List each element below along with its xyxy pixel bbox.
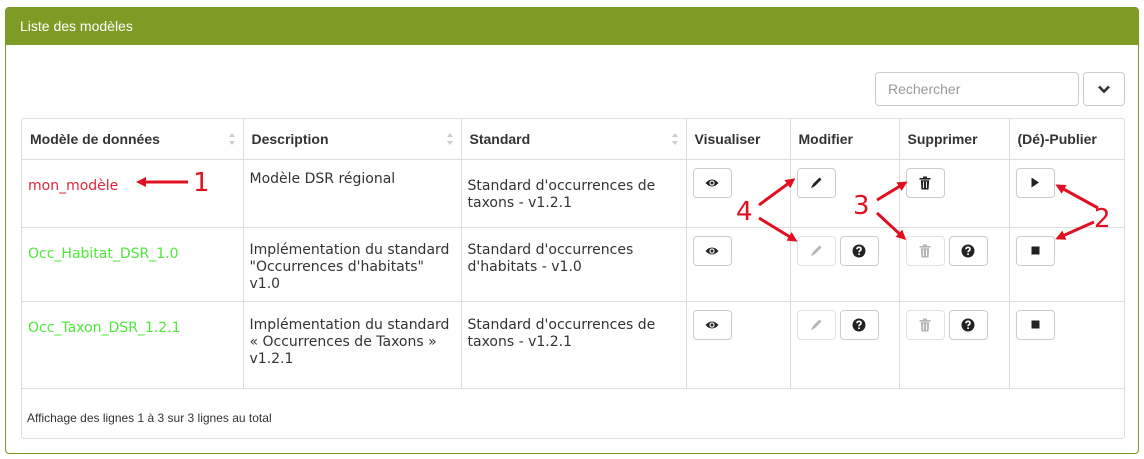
search-input[interactable] bbox=[875, 72, 1079, 106]
eye-icon bbox=[705, 321, 719, 328]
column-header-description[interactable]: Description bbox=[243, 119, 462, 160]
stop-icon bbox=[1031, 246, 1039, 255]
delete-button-disabled[interactable] bbox=[905, 235, 945, 266]
column-header-edit: Modifier bbox=[790, 119, 900, 160]
table-header-row: Modèle de données Description Standard V… bbox=[22, 119, 1124, 160]
column-header-model[interactable]: Modèle de données bbox=[22, 119, 244, 160]
column-header-view: Visualiser bbox=[686, 119, 791, 160]
edit-button[interactable] bbox=[796, 167, 836, 198]
question-icon bbox=[852, 244, 866, 257]
eye-icon bbox=[705, 247, 719, 254]
sort-icon bbox=[671, 133, 678, 145]
columns-toggle-button[interactable] bbox=[1083, 72, 1125, 106]
model-cell: Occ_Taxon_DSR_1.2.1 bbox=[22, 301, 244, 389]
pagination-info: Affichage des lignes 1 à 3 sur 3 lignes … bbox=[27, 411, 272, 425]
trash-icon bbox=[919, 318, 931, 331]
eye-icon bbox=[705, 179, 719, 186]
delete-cell bbox=[899, 159, 1010, 228]
play-icon bbox=[1031, 177, 1039, 188]
pencil-icon bbox=[810, 177, 821, 188]
delete-button-disabled[interactable] bbox=[905, 309, 945, 340]
models-table-container: Modèle de données Description Standard V… bbox=[21, 118, 1125, 439]
delete-button[interactable] bbox=[905, 167, 945, 198]
edit-cell bbox=[790, 301, 900, 389]
publish-cell bbox=[1009, 301, 1124, 389]
standard-cell: Standard d'occurrences d'habitats - v1.0 bbox=[461, 227, 687, 302]
help-button[interactable] bbox=[839, 235, 879, 266]
view-cell bbox=[686, 301, 791, 389]
edit-cell bbox=[790, 159, 900, 228]
model-cell: mon_modèle bbox=[22, 159, 244, 228]
help-button[interactable] bbox=[948, 309, 988, 340]
column-header-standard[interactable]: Standard bbox=[461, 119, 687, 160]
models-table: Modèle de données Description Standard V… bbox=[22, 119, 1124, 389]
sort-icon bbox=[446, 133, 453, 145]
model-link[interactable]: Occ_Taxon_DSR_1.2.1 bbox=[28, 310, 237, 337]
edit-button-disabled[interactable] bbox=[796, 309, 836, 340]
annotation-label-4: 4 bbox=[736, 197, 753, 227]
publish-button[interactable] bbox=[1015, 167, 1055, 198]
annotation-label-1: 1 bbox=[193, 168, 210, 198]
pencil-icon bbox=[810, 319, 821, 330]
models-panel: Liste des modèles Modèle de données Desc… bbox=[5, 7, 1139, 454]
description-cell: Implémentation du standard « Occurrences… bbox=[243, 301, 462, 389]
model-cell: Occ_Habitat_DSR_1.0 bbox=[22, 227, 244, 302]
view-cell bbox=[686, 227, 791, 302]
edit-cell bbox=[790, 227, 900, 302]
unpublish-button[interactable] bbox=[1015, 309, 1055, 340]
chevron-down-icon bbox=[1098, 85, 1110, 93]
table-row: Occ_Taxon_DSR_1.2.1 Implémentation du st… bbox=[22, 301, 1124, 389]
unpublish-button[interactable] bbox=[1015, 235, 1055, 266]
trash-icon bbox=[919, 244, 931, 257]
annotation-label-3: 3 bbox=[853, 191, 870, 221]
model-link[interactable]: Occ_Habitat_DSR_1.0 bbox=[28, 236, 237, 263]
column-header-delete: Supprimer bbox=[899, 119, 1010, 160]
trash-icon bbox=[919, 176, 931, 189]
help-button[interactable] bbox=[839, 309, 879, 340]
stop-icon bbox=[1031, 320, 1039, 329]
view-button[interactable] bbox=[692, 167, 732, 198]
pencil-icon bbox=[810, 245, 821, 256]
standard-cell: Standard d'occurrences de taxons - v1.2.… bbox=[461, 301, 687, 389]
column-header-publish: (Dé)-Publier bbox=[1009, 119, 1124, 160]
annotation-label-2: 2 bbox=[1094, 204, 1111, 234]
edit-button-disabled[interactable] bbox=[796, 235, 836, 266]
publish-cell bbox=[1009, 227, 1124, 302]
view-button[interactable] bbox=[692, 235, 732, 266]
question-icon bbox=[961, 318, 975, 331]
standard-cell: Standard d'occurrences de taxons - v1.2.… bbox=[461, 159, 687, 228]
sort-icon bbox=[228, 133, 235, 145]
description-cell: Modèle DSR régional bbox=[243, 159, 462, 228]
table-row: mon_modèle Modèle DSR régional Standard … bbox=[22, 159, 1124, 228]
panel-title: Liste des modèles bbox=[6, 8, 1138, 45]
question-icon bbox=[852, 318, 866, 331]
question-icon bbox=[961, 244, 975, 257]
table-row: Occ_Habitat_DSR_1.0 Implémentation du st… bbox=[22, 227, 1124, 302]
view-button[interactable] bbox=[692, 309, 732, 340]
help-button[interactable] bbox=[948, 235, 988, 266]
delete-cell bbox=[899, 227, 1010, 302]
description-cell: Implémentation du standard "Occurrences … bbox=[243, 227, 462, 302]
delete-cell bbox=[899, 301, 1010, 389]
